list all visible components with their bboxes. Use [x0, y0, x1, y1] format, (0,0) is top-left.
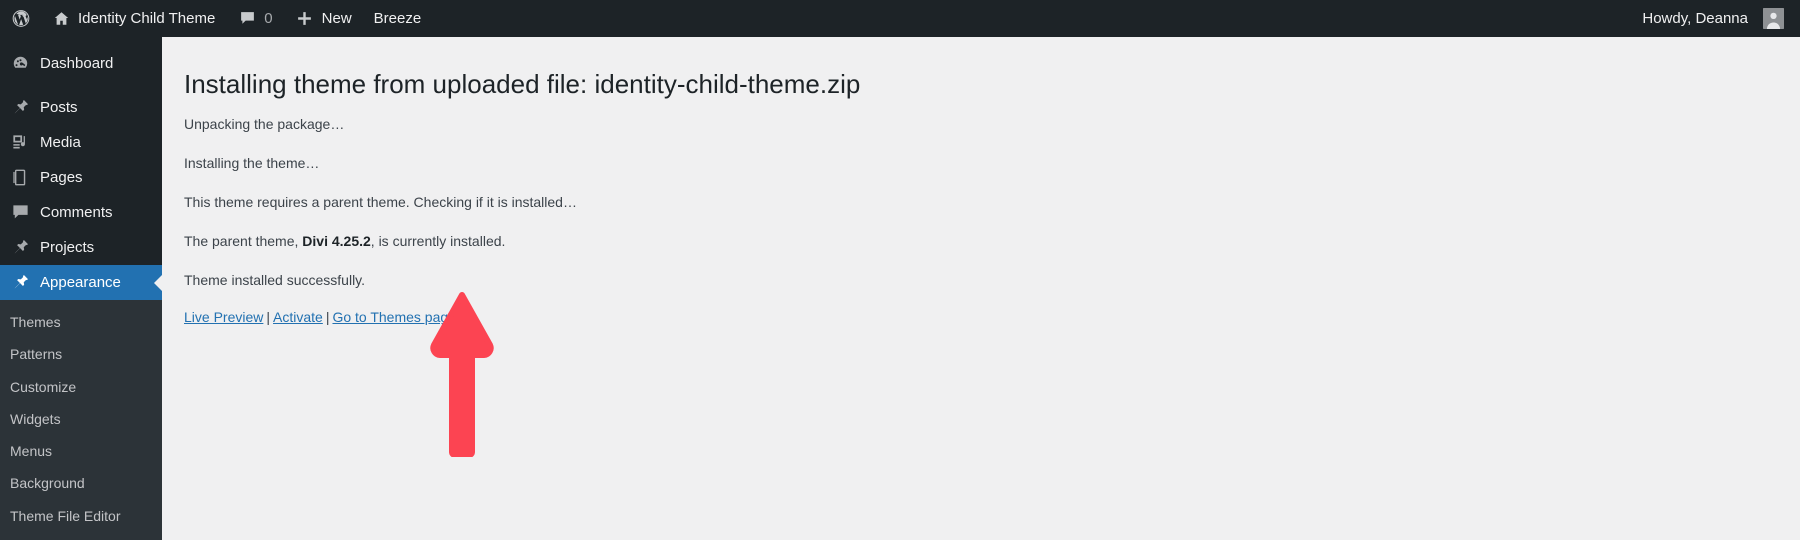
dashboard-gauge-icon — [10, 54, 30, 74]
log-suffix: , is currently installed. — [370, 232, 506, 249]
admin-sidebar-menu: Dashboard Posts Media Pages Comments Pro… — [0, 37, 162, 540]
sidebar-item-media[interactable]: Media — [0, 125, 162, 160]
comments-count: 0 — [264, 10, 273, 27]
submenu-item-widgets[interactable]: Widgets — [0, 403, 162, 435]
parent-theme-name: Divi 4.25.2 — [302, 232, 371, 249]
sidebar-item-label: Media — [40, 134, 81, 151]
activate-link[interactable]: Activate — [273, 309, 323, 325]
sidebar-item-comments[interactable]: Comments — [0, 195, 162, 230]
install-log-line-parent-check: This theme requires a parent theme. Chec… — [184, 193, 577, 210]
log-prefix: The parent theme, — [184, 232, 303, 249]
page-title: Installing theme from uploaded file: ide… — [184, 69, 861, 99]
paintbrush-icon — [10, 273, 30, 293]
pages-icon — [10, 168, 30, 188]
wordpress-logo-icon — [11, 9, 31, 29]
sidebar-item-posts[interactable]: Posts — [0, 90, 162, 125]
comment-bubble-icon — [237, 9, 257, 29]
home-icon — [51, 9, 71, 29]
submenu-item-theme-file-editor[interactable]: Theme File Editor — [0, 500, 162, 532]
sidebar-item-appearance[interactable]: Appearance — [0, 265, 162, 300]
sidebar-item-label: Projects — [40, 239, 95, 256]
submenu-item-themes[interactable]: Themes — [0, 306, 162, 338]
site-name-label: Identity Child Theme — [78, 10, 216, 27]
link-separator: | — [266, 308, 271, 325]
install-log-line-installing: Installing the theme… — [184, 154, 320, 171]
go-to-themes-page-link[interactable]: Go to Themes page — [332, 309, 455, 325]
new-content-label: New — [321, 10, 352, 27]
sidebar-item-label: Appearance — [40, 274, 121, 291]
admin-bar: Identity Child Theme 0 New Breeze Howdy, — [0, 0, 1800, 37]
sidebar-item-label: Posts — [40, 99, 78, 116]
howdy-label: Howdy, Deanna — [1642, 10, 1748, 27]
sidebar-item-pages[interactable]: Pages — [0, 160, 162, 195]
submenu-item-customize[interactable]: Customize — [0, 371, 162, 403]
breeze-menu[interactable]: Breeze — [363, 0, 433, 37]
admin-bar-right: Howdy, Deanna — [1631, 0, 1800, 37]
sidebar-item-label: Dashboard — [40, 55, 114, 72]
plus-icon — [295, 9, 315, 29]
menu-spacer-1 — [0, 81, 162, 90]
pin-icon — [10, 238, 30, 258]
comment-bubble-icon — [10, 203, 30, 223]
sidebar-item-projects[interactable]: Projects — [0, 230, 162, 265]
install-actions-row: Live Preview | Activate | Go to Themes page — [184, 309, 1800, 325]
new-content-menu[interactable]: New — [284, 0, 363, 37]
site-name-menu[interactable]: Identity Child Theme — [40, 0, 226, 37]
live-preview-link[interactable]: Live Preview — [184, 309, 263, 325]
install-log-line-success: Theme installed successfully. — [184, 271, 366, 288]
submenu-item-menus[interactable]: Menus — [0, 435, 162, 467]
user-avatar-icon — [1763, 8, 1784, 29]
media-music-icon — [10, 133, 30, 153]
pin-icon — [10, 98, 30, 118]
my-account-menu[interactable]: Howdy, Deanna — [1631, 0, 1790, 37]
sidebar-item-label: Comments — [40, 204, 113, 221]
install-log-line-unpacking: Unpacking the package… — [184, 115, 345, 132]
sidebar-item-dashboard[interactable]: Dashboard — [0, 46, 162, 81]
breeze-label: Breeze — [373, 10, 422, 27]
submenu-item-patterns[interactable]: Patterns — [0, 338, 162, 370]
submenu-item-background[interactable]: Background — [0, 467, 162, 499]
install-log-line-parent-installed: The parent theme, Divi 4.25.2, is curren… — [184, 231, 1800, 252]
wordpress-logo-button[interactable] — [0, 0, 40, 37]
menu-spacer-top — [0, 37, 162, 46]
main-content-area: Installing theme from uploaded file: ide… — [162, 37, 1800, 538]
active-menu-pointer-icon — [154, 274, 162, 291]
appearance-submenu: Themes Patterns Customize Widgets Menus … — [0, 300, 162, 540]
comments-menu[interactable]: 0 — [226, 0, 283, 37]
admin-bar-left: Identity Child Theme 0 New Breeze — [0, 0, 432, 37]
sidebar-item-label: Pages — [40, 169, 83, 186]
